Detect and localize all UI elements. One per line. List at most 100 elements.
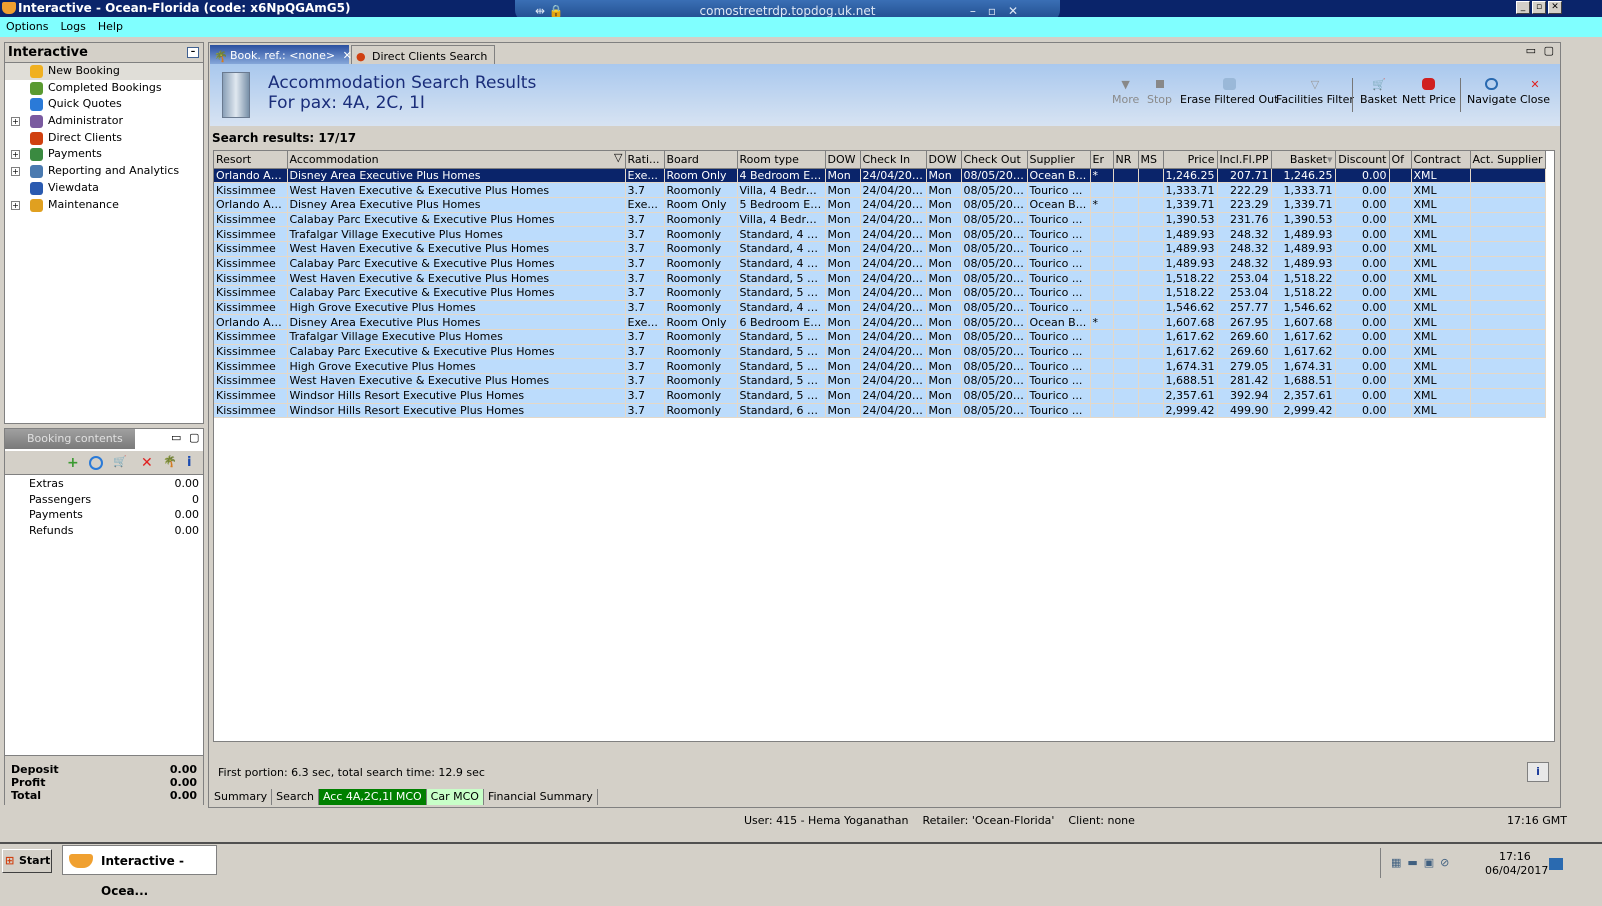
maximize-panel-icon[interactable]: ▢: [189, 431, 199, 444]
menu-options[interactable]: Options: [6, 20, 48, 33]
expand-icon[interactable]: +: [11, 117, 20, 127]
delete-icon[interactable]: ✕: [141, 455, 153, 471]
table-cell: 24/04/2017: [860, 182, 927, 198]
table-row[interactable]: Kissimmee Windsor Hills Resort Executive …: [214, 388, 1546, 404]
facilities-filter-button[interactable]: ▽ Facilities Filter: [1276, 78, 1354, 106]
column-header[interactable]: Basket▾: [1271, 151, 1336, 169]
palm-tree-icon[interactable]: 🌴: [163, 455, 177, 468]
menu-logs[interactable]: Logs: [60, 20, 85, 33]
start-button[interactable]: ⊞ Start: [2, 849, 52, 873]
table-row[interactable]: Kissimmee Calabay Parc Executive & Execut…: [214, 285, 1546, 301]
column-header[interactable]: Contract: [1411, 151, 1471, 169]
tray-icons[interactable]: ▦▬▣⊘: [1391, 856, 1455, 869]
table-row[interactable]: Orlando Ar... Disney Area Executive Plus …: [214, 314, 1546, 331]
table-row[interactable]: Orlando Ar... Disney Area Executive Plus …: [214, 168, 1546, 184]
table-cell: 1,546.62: [1271, 300, 1336, 316]
table-row[interactable]: Kissimmee Calabay Parc Executive & Execut…: [214, 212, 1546, 228]
sidebar-item-maintenance[interactable]: + Maintenance: [5, 197, 203, 214]
bottom-tab[interactable]: Car MCO: [426, 789, 484, 805]
column-header[interactable]: Resort: [214, 151, 288, 169]
sidebar-item-direct-clients[interactable]: Direct Clients: [5, 130, 203, 147]
minimize-tab-icon[interactable]: ▭: [1526, 44, 1536, 57]
sidebar-item-viewdata[interactable]: Viewdata: [5, 180, 203, 197]
table-cell: XML: [1411, 168, 1471, 184]
bottom-tab[interactable]: Search: [272, 789, 319, 805]
table-row[interactable]: Kissimmee Calabay Parc Executive & Execut…: [214, 344, 1546, 360]
sidebar-item-new-booking[interactable]: New Booking: [5, 63, 203, 80]
column-header[interactable]: Er: [1090, 151, 1114, 169]
table-row[interactable]: Kissimmee Trafalgar Village Executive Plu…: [214, 226, 1546, 242]
column-header[interactable]: Room type: [737, 151, 826, 169]
basket-arrow-icon[interactable]: 🛒: [113, 455, 127, 468]
table-row[interactable]: Kissimmee West Haven Executive & Executiv…: [214, 182, 1546, 198]
table-row[interactable]: Kissimmee West Haven Executive & Executiv…: [214, 241, 1546, 257]
minimize-panel-icon[interactable]: ▭: [171, 431, 181, 444]
table-row[interactable]: Kissimmee High Grove Executive Plus Homes…: [214, 300, 1546, 316]
column-header[interactable]: MS: [1138, 151, 1164, 169]
column-header[interactable]: Act. Supplier: [1470, 151, 1546, 169]
stop-button[interactable]: Stop: [1147, 78, 1172, 106]
maximize-tab-icon[interactable]: ▢: [1544, 44, 1554, 57]
column-header[interactable]: Of: [1389, 151, 1412, 169]
info-icon[interactable]: i: [187, 455, 191, 470]
bottom-tab[interactable]: Summary: [210, 789, 273, 805]
info-button[interactable]: i: [1527, 762, 1549, 782]
table-cell: High Grove Executive Plus Homes: [287, 300, 626, 316]
expand-icon[interactable]: +: [11, 150, 20, 160]
navigate-button[interactable]: Navigate: [1467, 78, 1516, 106]
table-row[interactable]: Kissimmee High Grove Executive Plus Homes…: [214, 358, 1546, 375]
more-button[interactable]: ▼ More: [1112, 78, 1139, 106]
column-header[interactable]: Supplier: [1027, 151, 1091, 169]
table-cell: Calabay Parc Executive & Executive Plus …: [287, 285, 626, 301]
column-header[interactable]: Discount: [1335, 151, 1390, 169]
column-header[interactable]: Check In: [860, 151, 927, 169]
table-row[interactable]: Kissimmee Trafalgar Village Executive Plu…: [214, 329, 1546, 345]
menu-help[interactable]: Help: [98, 20, 123, 33]
show-desktop-icon[interactable]: [1549, 858, 1563, 870]
column-header[interactable]: Board: [664, 151, 738, 169]
sidebar-item-administrator[interactable]: + Administrator: [5, 113, 203, 130]
column-header[interactable]: NR: [1113, 151, 1139, 169]
basket-button[interactable]: 🛒 Basket: [1360, 78, 1397, 106]
table-row[interactable]: Kissimmee West Haven Executive & Executiv…: [214, 270, 1546, 286]
table-row[interactable]: Kissimmee West Haven Executive & Executiv…: [214, 373, 1546, 389]
column-header[interactable]: DOW: [926, 151, 962, 169]
taskbar-item-interactive[interactable]: Interactive - Ocea...: [62, 845, 217, 898]
table-row[interactable]: Kissimmee Windsor Hills Resort Executive …: [214, 403, 1546, 419]
table-cell: [1470, 329, 1546, 345]
sidebar-item-quick-quotes[interactable]: Quick Quotes: [5, 96, 203, 113]
expand-icon[interactable]: +: [11, 167, 20, 177]
expand-icon[interactable]: +: [11, 200, 20, 210]
bottom-tab[interactable]: Financial Summary: [483, 789, 598, 805]
column-header[interactable]: Rati...: [625, 151, 665, 169]
close-window-button[interactable]: ✕: [1548, 1, 1562, 14]
restore-button[interactable]: ▫: [1532, 1, 1546, 14]
sidebar-item-reporting-and-analytics[interactable]: + Reporting and Analytics: [5, 163, 203, 180]
tab-booking-contents[interactable]: Booking contents ✕: [5, 429, 135, 465]
add-icon[interactable]: +: [67, 455, 79, 471]
sidebar-item-payments[interactable]: + Payments: [5, 146, 203, 163]
tab-direct-clients-search[interactable]: Direct Clients Search ●: [351, 45, 495, 66]
column-header[interactable]: DOW: [825, 151, 861, 169]
table-cell: 1,617.62: [1271, 329, 1336, 345]
column-header[interactable]: Incl.Fl.PP: [1217, 151, 1272, 169]
tab-booking-ref[interactable]: Book. ref.: <none> ✕ 🌴: [210, 45, 352, 66]
table-cell: 0.00: [1335, 314, 1390, 331]
nett-price-button[interactable]: Nett Price: [1402, 78, 1456, 106]
bottom-tab[interactable]: Acc 4A,2C,1I MCO: [318, 789, 427, 805]
column-header[interactable]: Accommodation ▽: [287, 151, 626, 169]
column-header[interactable]: Price: [1163, 151, 1218, 169]
table-row[interactable]: Orlando Ar... Disney Area Executive Plus …: [214, 197, 1546, 213]
table-row[interactable]: Kissimmee Calabay Parc Executive & Execut…: [214, 256, 1546, 272]
admin-icon: [30, 115, 43, 129]
collapse-icon[interactable]: –: [187, 47, 199, 58]
sidebar-item-completed-bookings[interactable]: Completed Bookings: [5, 80, 203, 97]
close-button[interactable]: ✕ Close: [1520, 78, 1550, 106]
filter-icon[interactable]: ▽: [614, 151, 622, 164]
column-header[interactable]: Check Out: [961, 151, 1028, 169]
minimize-button[interactable]: _: [1516, 1, 1530, 14]
clock-icon[interactable]: [89, 456, 103, 470]
erase-filtered-out-button[interactable]: Erase Filtered Out: [1180, 78, 1278, 106]
table-cell: [1113, 300, 1139, 316]
table-cell: 1,688.51: [1163, 373, 1218, 389]
